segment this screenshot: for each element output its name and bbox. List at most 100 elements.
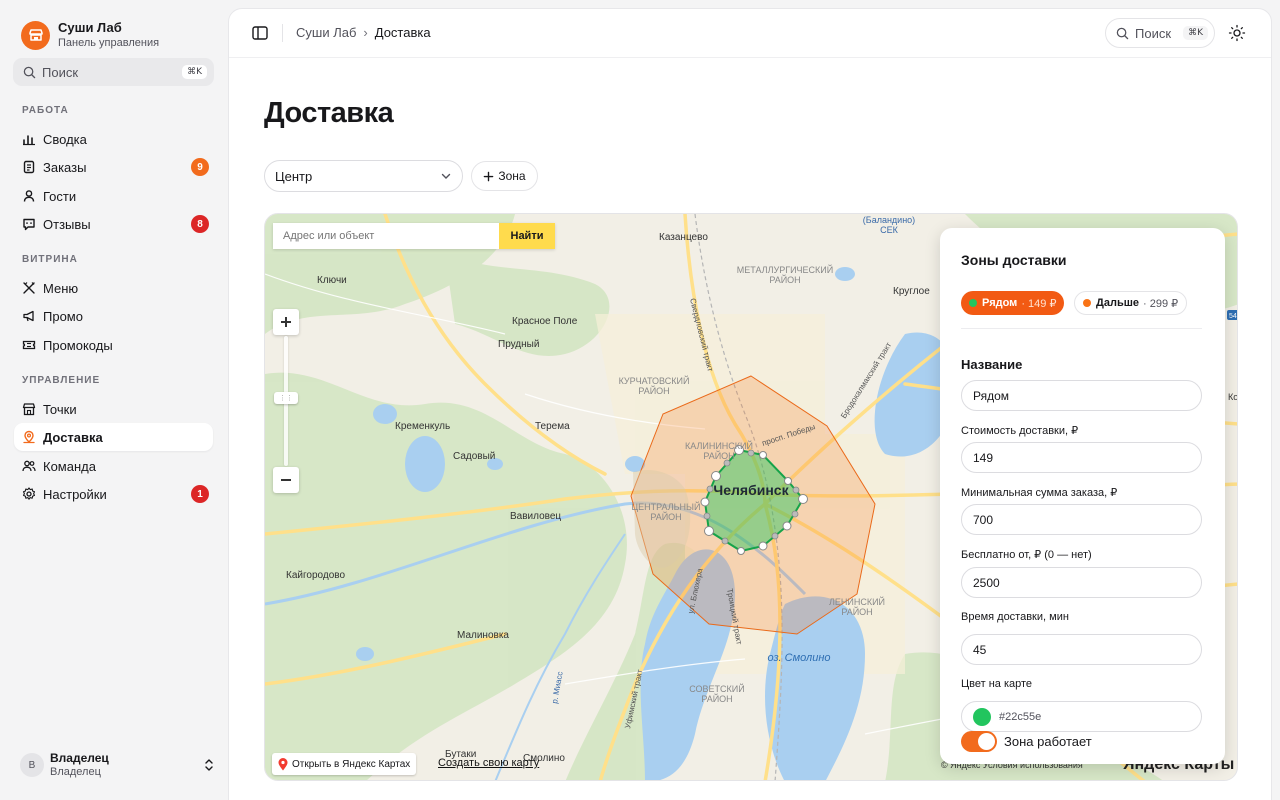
min-order-label: Минимальная сумма заказа, ₽ [961,487,1118,499]
open-in-yandex-maps-link[interactable]: Открыть в Яндекс Картах [272,753,417,775]
sidebar-item-menu[interactable]: Меню [14,274,213,302]
zone-chip-near[interactable]: Рядом · 149 ₽ [961,291,1065,315]
map-label: Малиновка [457,630,509,641]
map-label: Терема [535,421,570,432]
sidebar-item-label: Сводка [43,131,87,147]
map-label: (Баландино) [863,215,915,225]
map-label: ЦЕНТРАЛЬНЫЙ [631,501,700,512]
search-icon [1116,27,1129,39]
sidebar-item-delivery[interactable]: Доставка [14,423,213,451]
chevron-right-icon: › [363,25,368,40]
store-icon [22,402,36,416]
sidebar-item-label: Меню [43,280,79,296]
plus-icon [281,317,291,327]
map-label: РАЙОН [638,385,669,396]
sidebar-item-reviews[interactable]: Отзывы 8 [14,210,213,238]
map-search: Найти [273,223,555,249]
zoom-slider-handle[interactable]: ⋮⋮ [274,392,298,404]
utensils-icon [22,281,36,295]
map-label: Кайгородово [286,570,345,581]
zoom-out-button[interactable] [273,467,299,493]
zone-name-field[interactable]: Рядом [961,380,1202,411]
map-label: Садовый [453,451,495,462]
sidebar-item-orders[interactable]: Заказы 9 [14,153,213,181]
breadcrumb-link[interactable]: Суши Лаб [296,25,356,40]
map-label: Казанцево [659,232,708,243]
sidebar-item-label: Заказы [43,159,87,175]
top-search-button[interactable]: Поиск ⌘K [1105,18,1215,48]
add-zone-label: Зона [498,169,526,183]
top-search-label: Поиск [1135,25,1172,41]
zoom-in-button[interactable] [273,309,299,335]
zone-select[interactable]: Центр [264,160,463,192]
orders-count-badge: 9 [191,158,209,176]
minus-icon [281,479,291,481]
sidebar-item-settings[interactable]: Настройки 1 [14,480,213,508]
sidebar-toggle-icon[interactable] [251,24,269,42]
divider [961,328,1202,329]
section-title-management: УПРАВЛЕНИЕ [22,375,101,386]
sidebar-item-promo[interactable]: Промо [14,302,213,330]
free-from-field[interactable]: 2500 [961,567,1202,598]
topbar: Суши Лаб › Доставка Поиск ⌘K [229,9,1271,58]
zone-chip-price: · 149 ₽ [1021,297,1057,310]
delivery-map[interactable]: Казанцево Ключи Красное Поле Прудный Кре… [264,213,1238,781]
delivery-cost-field[interactable]: 149 [961,442,1202,473]
zone-name-label: Название [961,357,1023,372]
plus-icon [484,171,494,181]
sidebar-item-guests[interactable]: Гости [14,182,213,210]
section-title-work: РАБОТА [22,105,69,116]
map-label: оз. Смолино [767,652,830,664]
map-pin-icon [22,430,36,444]
sidebar-search-label: Поиск [42,64,79,80]
color-swatch[interactable] [973,707,991,726]
min-order-field[interactable]: 700 [961,504,1202,535]
sun-icon[interactable] [1228,24,1246,42]
sidebar: Суши Лаб Панель управления Поиск ⌘K РАБО… [0,0,228,800]
zone-chip-far[interactable]: Дальше · 299 ₽ [1074,291,1188,315]
map-label: 54 [1229,313,1237,320]
sidebar-item-label: Команда [43,458,96,474]
user-name: Владелец [50,751,109,765]
sidebar-item-label: Промо [43,308,83,324]
brand[interactable]: Суши Лаб Панель управления [21,20,159,50]
map-label: СОВЕТСКИЙ [689,683,745,694]
divider [282,24,283,42]
chevron-down-icon [441,173,451,179]
sidebar-item-promocodes[interactable]: Промокоды [14,331,213,359]
min-order-value: 700 [973,512,994,527]
zone-active-toggle[interactable] [961,731,997,752]
brand-name: Суши Лаб [58,20,122,35]
sidebar-item-label: Промокоды [43,337,113,353]
user-menu[interactable]: В Владелец Владелец [20,750,215,780]
sidebar-item-points[interactable]: Точки [14,395,213,423]
sidebar-item-summary[interactable]: Сводка [14,125,213,153]
map-search-input[interactable] [273,223,499,249]
create-map-link[interactable]: Создать свою карту [438,757,539,769]
map-label: МЕТАЛЛУРГИЧЕСКИЙ [737,264,833,275]
map-label: Красное Поле [512,316,578,327]
zone-chip-name: Рядом [982,297,1018,309]
map-label: СЕК [880,225,899,235]
map-label: р. Миасс [550,671,565,705]
delivery-cost-label: Стоимость доставки, ₽ [961,425,1079,437]
sidebar-item-label: Отзывы [43,216,91,232]
delivery-time-field[interactable]: 45 [961,634,1202,665]
zone-select-value: Центр [275,168,313,184]
map-color-label: Цвет на карте [961,678,1033,690]
store-icon [21,20,50,50]
sidebar-item-team[interactable]: Команда [14,452,213,480]
map-search-button[interactable]: Найти [499,223,555,249]
zone-color-dot [969,299,977,307]
add-zone-button[interactable]: Зона [471,161,538,191]
map-color-field[interactable]: #22c55e [961,701,1202,732]
settings-count-badge: 1 [191,485,209,503]
map-label: КАЛИНИНСКИЙ [685,440,753,451]
gear-icon [22,487,36,501]
toggle-knob [978,733,995,750]
map-label: РАЙОН [701,693,732,704]
receipt-icon [22,160,36,174]
sidebar-search[interactable]: Поиск ⌘K [13,58,214,86]
color-hex-value: #22c55e [999,710,1042,723]
map-label: РАЙОН [769,274,800,285]
